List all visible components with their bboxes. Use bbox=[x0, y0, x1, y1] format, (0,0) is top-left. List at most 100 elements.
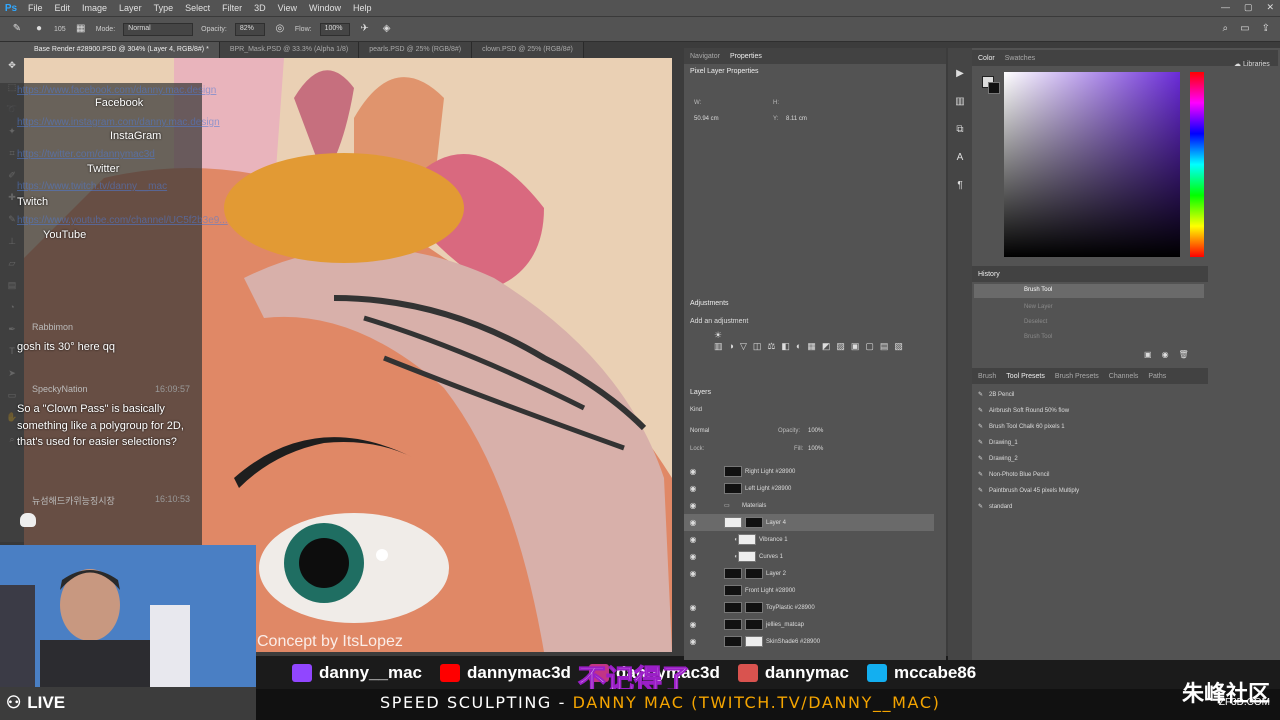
layer-row[interactable]: ◉ SkinShade6 #28900 bbox=[684, 633, 934, 650]
tab-color[interactable]: Color bbox=[978, 55, 995, 62]
menu-view[interactable]: View bbox=[272, 3, 303, 13]
new-document-icon[interactable]: ▣ bbox=[1144, 350, 1152, 359]
menu-layer[interactable]: Layer bbox=[113, 3, 148, 13]
mode-select[interactable]: Normal bbox=[123, 22, 194, 36]
tool-preset-item[interactable]: ✎ Paintbrush Oval 45 pixels Multiply bbox=[978, 487, 1079, 495]
layer-row[interactable]: ◉ ToyPlastic #28900 bbox=[684, 599, 934, 616]
twitch-link[interactable]: Twitch bbox=[17, 196, 48, 208]
history-state-active[interactable]: Brush Tool bbox=[974, 284, 1204, 298]
layer-fill-value[interactable]: 100% bbox=[808, 446, 823, 452]
eye-icon[interactable]: ◉ bbox=[684, 484, 702, 493]
youtube-url[interactable]: https://www.youtube.com/channel/UC5f2b3e… bbox=[17, 215, 228, 226]
menu-window[interactable]: Window bbox=[303, 3, 347, 13]
pressure-opacity-icon[interactable]: ◎ bbox=[273, 22, 287, 36]
twitter-link[interactable]: Twitter bbox=[87, 163, 119, 175]
trash-icon[interactable]: 🗑 bbox=[1179, 350, 1189, 359]
collapsed-panel-icons[interactable]: ▶ ▥ ⧉ A ¶ bbox=[948, 48, 972, 200]
minimize-icon[interactable]: — bbox=[1221, 2, 1230, 13]
layer-blend-mode[interactable]: Normal bbox=[690, 428, 709, 434]
hue-slider[interactable] bbox=[1190, 72, 1204, 257]
eye-icon[interactable]: ◉ bbox=[684, 569, 702, 578]
eye-icon[interactable]: ◉ bbox=[684, 501, 702, 510]
twitter-url[interactable]: https://twitter.com/dannymac3d bbox=[17, 149, 155, 160]
tab-brush[interactable]: Brush bbox=[978, 373, 996, 380]
layer-kind-filter[interactable]: Kind bbox=[690, 407, 702, 413]
eye-icon[interactable]: ◉ bbox=[684, 637, 702, 646]
tab-tool-presets[interactable]: Tool Presets bbox=[1006, 373, 1045, 380]
layer-row[interactable]: ◉ ◐ Vibrance 1 bbox=[684, 531, 934, 548]
tool-preset-item[interactable]: ✎ Airbrush Soft Round 50% flow bbox=[978, 407, 1069, 415]
history-state[interactable]: Deselect bbox=[1024, 319, 1047, 325]
menu-3d[interactable]: 3D bbox=[248, 3, 272, 13]
layer-opacity-value[interactable]: 100% bbox=[808, 428, 823, 434]
adjustment-icons[interactable]: ☀▥◑▽◫⚖◧◐▦◩▨▣▢▤▧ bbox=[714, 330, 903, 378]
tool-preset-item[interactable]: ✎ 2B Pencil bbox=[978, 391, 1014, 399]
layer-row[interactable]: ◉ Layer 2 bbox=[684, 565, 934, 582]
doc-tab-base-render[interactable]: Base Render #28900.PSD @ 304% (Layer 4, … bbox=[24, 42, 220, 58]
menu-select[interactable]: Select bbox=[179, 3, 216, 13]
menu-help[interactable]: Help bbox=[347, 3, 378, 13]
layer-row[interactable]: ◉ jellies_matcap bbox=[684, 616, 934, 633]
brush-panel-icon[interactable]: ▦ bbox=[74, 22, 88, 36]
eye-icon[interactable]: ◉ bbox=[684, 535, 702, 544]
layer-row-selected[interactable]: ◉ Layer 4 bbox=[684, 514, 934, 531]
snapshot-icon[interactable]: ◉ bbox=[1162, 350, 1169, 359]
menu-image[interactable]: Image bbox=[76, 3, 113, 13]
youtube-link[interactable]: YouTube bbox=[43, 229, 86, 241]
tool-preset-item[interactable]: ✎ Drawing_2 bbox=[978, 455, 1018, 463]
tool-preset-item[interactable]: ✎ Non-Photo Blue Pencil bbox=[978, 471, 1049, 479]
layer-row[interactable]: Front Light #28900 bbox=[684, 582, 934, 599]
history-state[interactable]: Brush Tool bbox=[1024, 334, 1052, 340]
color-picker-field[interactable] bbox=[1004, 72, 1180, 257]
tool-preset-item[interactable]: ✎ Brush Tool Chalk 60 pixels 1 bbox=[978, 423, 1065, 431]
tool-preset-item[interactable]: ✎ Drawing_1 bbox=[978, 439, 1018, 447]
background-color-swatch[interactable] bbox=[988, 82, 1000, 94]
doc-tab-pearls[interactable]: pearls.PSD @ 25% (RGB/8#) bbox=[359, 42, 473, 58]
menu-file[interactable]: File bbox=[22, 3, 49, 13]
facebook-link[interactable]: Facebook bbox=[95, 97, 143, 109]
move-tool-icon[interactable]: ✥ bbox=[4, 60, 20, 74]
workspace-icon[interactable]: ▭ bbox=[1240, 23, 1249, 34]
flow-field[interactable]: 100% bbox=[319, 22, 350, 36]
layer-row[interactable]: ◉ ◐ Curves 1 bbox=[684, 548, 934, 565]
eye-icon[interactable]: ◉ bbox=[684, 603, 702, 612]
layer-group-row[interactable]: ◉ ▭ Materials bbox=[684, 497, 934, 514]
menu-edit[interactable]: Edit bbox=[49, 3, 77, 13]
close-icon[interactable]: ✕ bbox=[1266, 2, 1274, 13]
airbrush-icon[interactable]: ✈ bbox=[358, 22, 372, 36]
eye-icon[interactable]: ◉ bbox=[684, 518, 702, 527]
doc-tab-bpr-mask[interactable]: BPR_Mask.PSD @ 33.3% (Alpha 1/8) bbox=[219, 42, 360, 58]
eye-icon[interactable]: ◉ bbox=[684, 467, 702, 476]
instagram-url[interactable]: https://www.instagram.com/danny.mac.desi… bbox=[17, 117, 220, 128]
layer-row[interactable]: ◉ Left Light #28900 bbox=[684, 480, 934, 497]
tab-brush-presets[interactable]: Brush Presets bbox=[1055, 373, 1099, 380]
share-icon[interactable]: ⇪ bbox=[1262, 23, 1270, 34]
pressure-size-icon[interactable]: ◈ bbox=[380, 22, 394, 36]
presets-panel-tabs: Brush Tool Presets Brush Presets Channel… bbox=[972, 368, 1208, 384]
opacity-field[interactable]: 82% bbox=[234, 22, 265, 36]
menu-filter[interactable]: Filter bbox=[216, 3, 248, 13]
tab-properties[interactable]: Properties bbox=[730, 53, 762, 60]
libraries-panel-button[interactable]: ☁ Libraries bbox=[1234, 60, 1270, 68]
tab-swatches[interactable]: Swatches bbox=[1005, 55, 1035, 62]
tab-channels[interactable]: Channels bbox=[1109, 373, 1139, 380]
menu-type[interactable]: Type bbox=[148, 3, 180, 13]
facebook-url[interactable]: https://www.facebook.com/danny.mac.desig… bbox=[17, 85, 216, 96]
tab-navigator[interactable]: Navigator bbox=[690, 53, 720, 60]
color-history-column: ▶ ▥ ⧉ A ¶ Color Swatches ☁ Libraries History… bbox=[948, 48, 1280, 660]
brush-preset-icon[interactable]: ● bbox=[32, 22, 46, 36]
history-state[interactable]: New Layer bbox=[1024, 304, 1053, 310]
instagram-link[interactable]: InstaGram bbox=[110, 130, 161, 142]
tab-paths[interactable]: Paths bbox=[1148, 373, 1166, 380]
tool-preset-item[interactable]: ✎ standard bbox=[978, 503, 1012, 511]
doc-tab-clown[interactable]: clown.PSD @ 25% (RGB/8#) bbox=[472, 42, 584, 58]
x-position-value[interactable]: 50.94 cm bbox=[694, 116, 719, 122]
search-icon[interactable]: ⌕ bbox=[1223, 23, 1229, 34]
y-position-value[interactable]: 8.11 cm bbox=[786, 116, 807, 122]
maximize-icon[interactable]: ▢ bbox=[1244, 2, 1253, 13]
eye-icon[interactable]: ◉ bbox=[684, 552, 702, 561]
twitch-url[interactable]: https://www.twitch.tv/danny__mac bbox=[17, 181, 167, 192]
eye-icon[interactable]: ◉ bbox=[684, 620, 702, 629]
layer-row[interactable]: ◉ Right Light #28900 bbox=[684, 463, 934, 480]
brush-tool-icon[interactable]: ✎ bbox=[10, 22, 24, 36]
